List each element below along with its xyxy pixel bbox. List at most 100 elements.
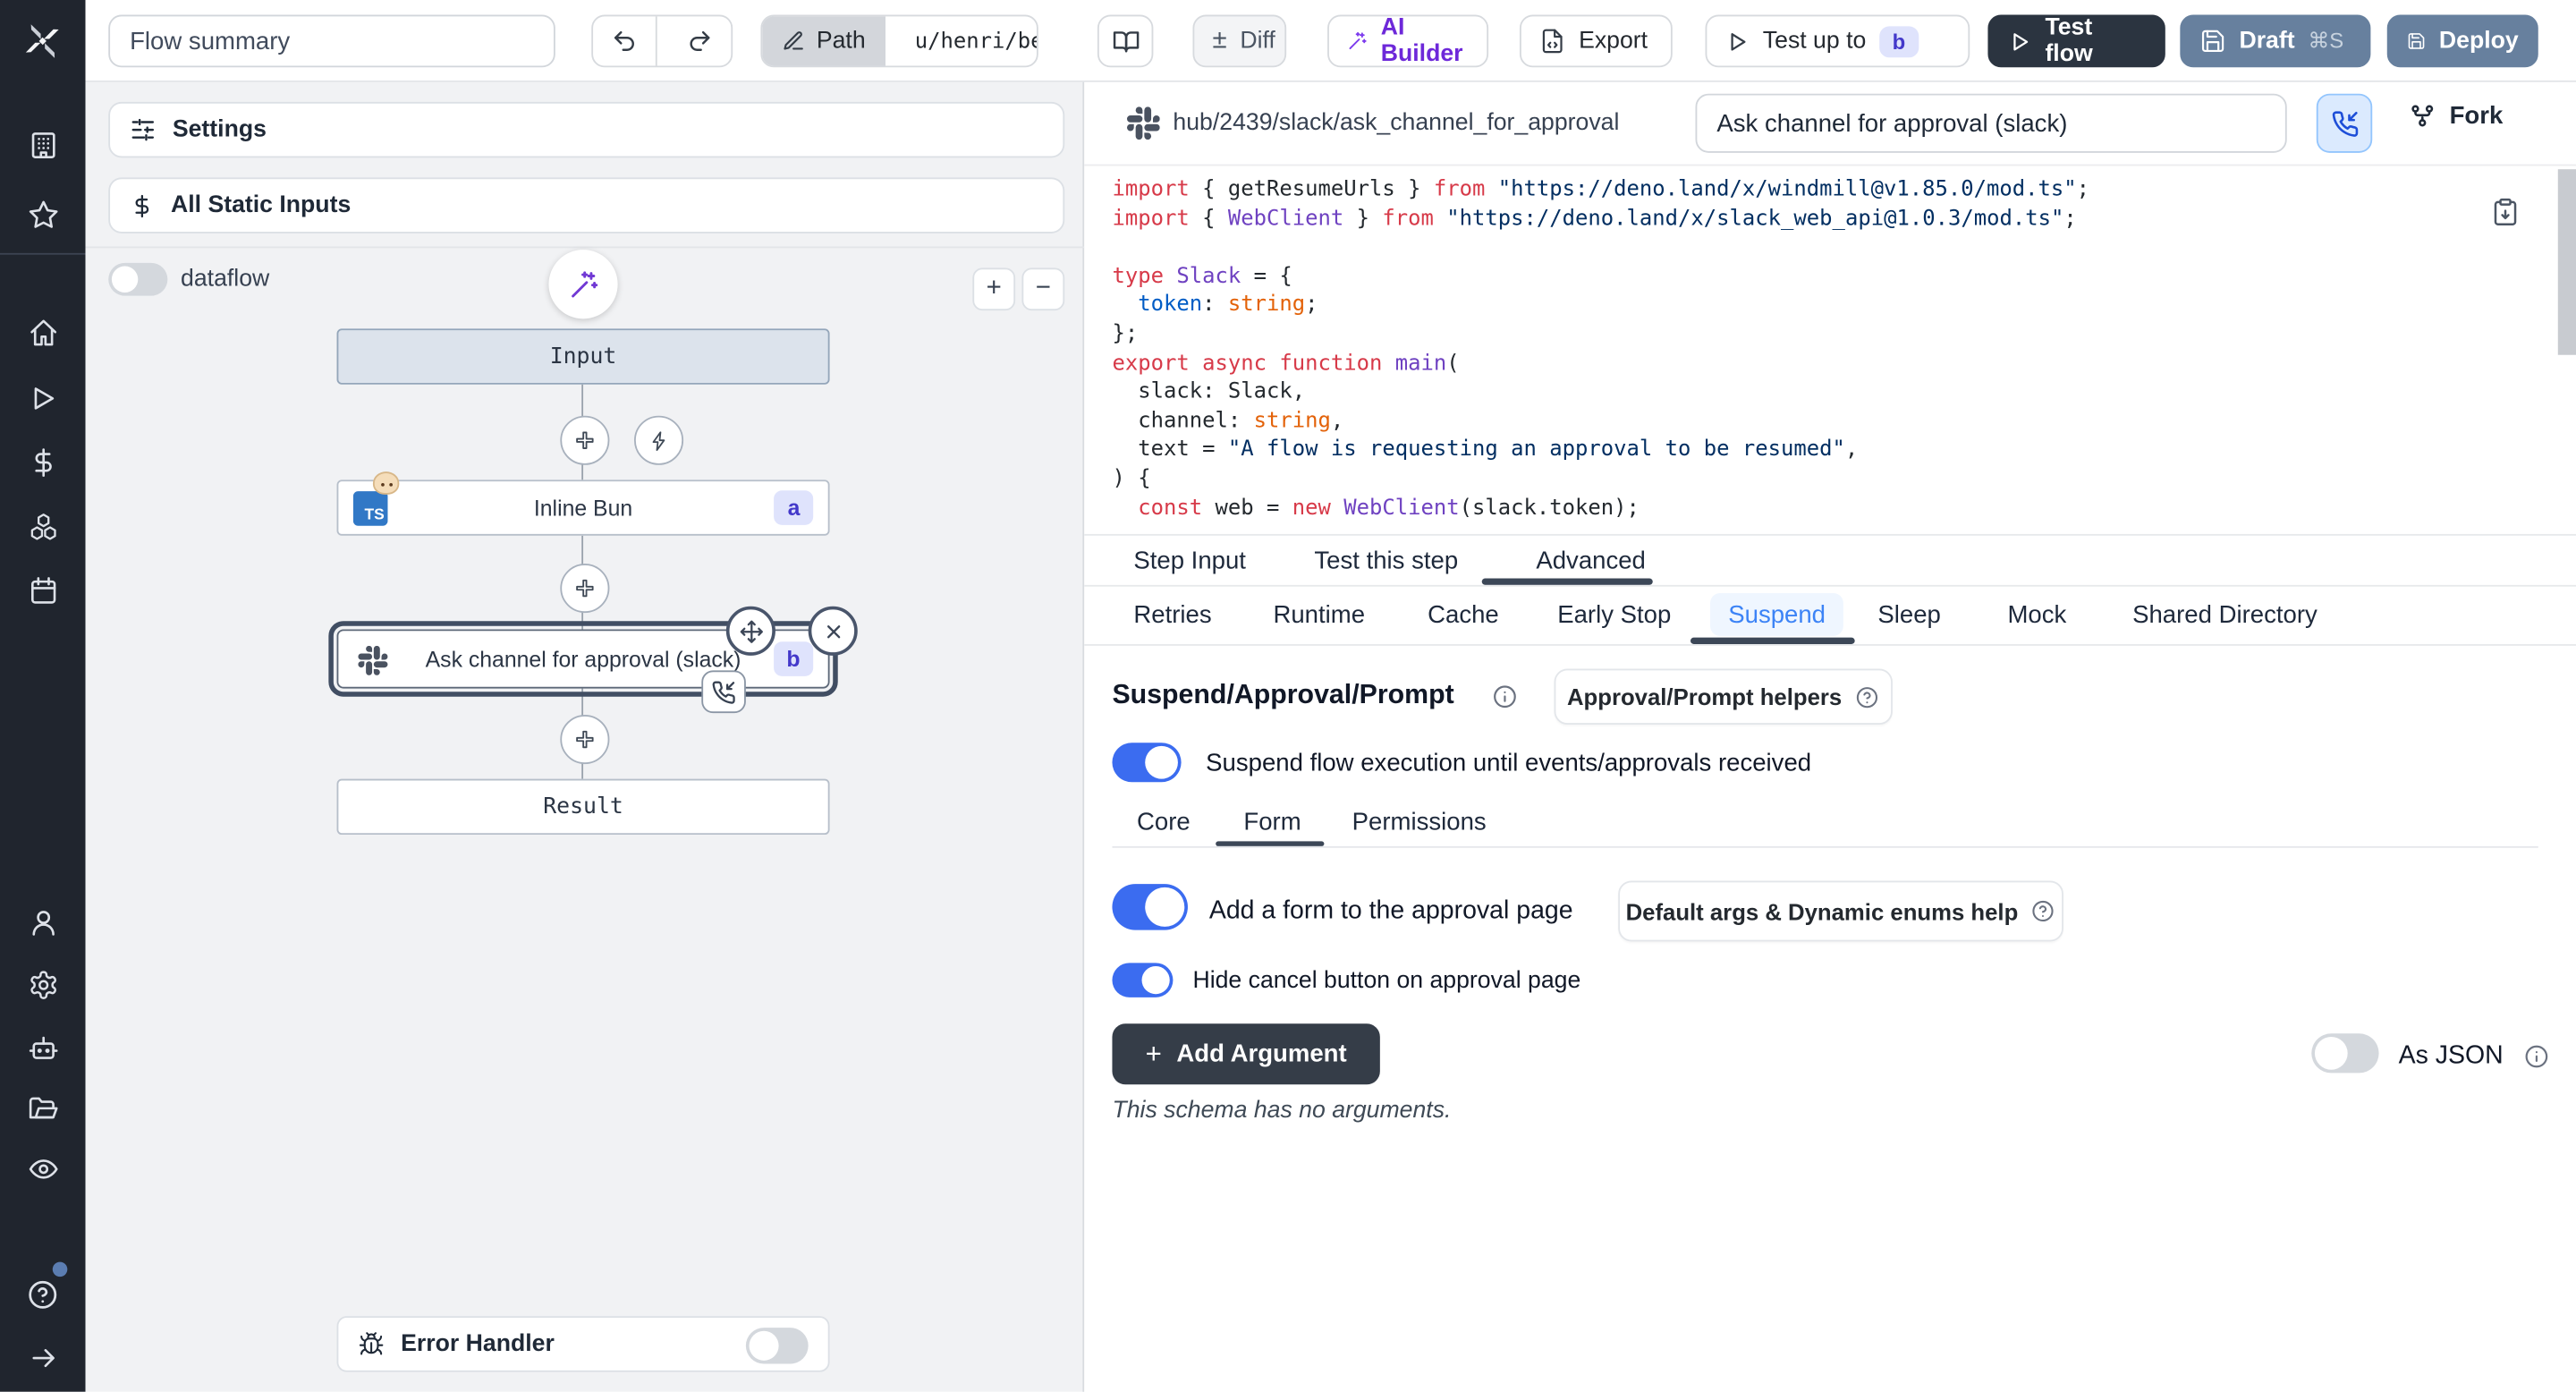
subtab-retries[interactable]: Retries (1133, 601, 1211, 629)
zoom-in-button[interactable]: + (972, 267, 1015, 310)
expand-sidebar-icon[interactable] (0, 1328, 86, 1387)
ai-builder-button[interactable]: AI Builder (1327, 15, 1488, 68)
flow-panel: Settings All Static Inputs dataflow + − … (86, 82, 1085, 1392)
copy-code-button[interactable] (2490, 197, 2520, 226)
tab-step-input[interactable]: Step Input (1133, 547, 1246, 575)
error-handler-label: Error Handler (401, 1331, 555, 1357)
plus-icon: + (1146, 1038, 1162, 1071)
dataflow-label: dataflow (181, 267, 269, 293)
audit-eye-icon[interactable] (0, 1139, 86, 1198)
info-icon (1492, 683, 1518, 709)
add-argument-button[interactable]: + Add Argument (1112, 1023, 1379, 1084)
diff-button[interactable]: ± Diff (1192, 15, 1286, 68)
variables-icon[interactable] (0, 432, 86, 491)
all-static-inputs-button[interactable]: All Static Inputs (108, 177, 1064, 233)
code-editor[interactable]: import { getResumeUrls } from "https://d… (1112, 176, 2525, 523)
suspend-toggle[interactable] (1112, 743, 1181, 782)
error-handler-row[interactable]: Error Handler (337, 1316, 830, 1371)
schedules-icon[interactable] (0, 560, 86, 619)
phone-incoming-icon (711, 679, 736, 704)
fork-label: Fork (2450, 102, 2504, 130)
flow-node-input[interactable]: Input (337, 328, 830, 384)
settings-gear-icon[interactable] (0, 955, 86, 1014)
undo-button[interactable] (593, 16, 657, 65)
test-flow-button[interactable]: Test flow (1987, 15, 2165, 68)
add-form-toggle[interactable] (1112, 884, 1187, 929)
dataflow-toggle[interactable] (108, 263, 167, 296)
step-id-badge-a: a (775, 490, 813, 525)
default-args-help-button[interactable]: Default args & Dynamic enums help (1618, 880, 2063, 941)
subtab-runtime[interactable]: Runtime (1273, 601, 1365, 629)
flow-node-result[interactable]: Result (337, 779, 830, 835)
error-handler-toggle[interactable] (746, 1328, 809, 1363)
folders-icon[interactable] (0, 1078, 86, 1137)
undo-redo-group (591, 15, 733, 68)
plus-icon (577, 732, 593, 748)
add-step-button[interactable] (560, 564, 609, 613)
subtab-early-stop[interactable]: Early Stop (1557, 601, 1671, 629)
draft-button[interactable]: Draft ⌘S (2180, 15, 2370, 68)
settings-label: Settings (173, 116, 267, 142)
runs-icon[interactable] (0, 368, 86, 427)
flow-summary-input[interactable]: Flow summary (108, 15, 555, 68)
code-scrollbar-thumb[interactable] (2558, 169, 2576, 355)
approval-prompt-helpers-button[interactable]: Approval/Prompt helpers (1555, 669, 1893, 725)
home-icon[interactable] (0, 302, 86, 361)
subtab-sleep[interactable]: Sleep (1877, 601, 1940, 629)
step-title-input[interactable]: Ask channel for approval (slack) (1696, 94, 2287, 153)
approval-node-label: Ask channel for approval (slack) (426, 647, 741, 672)
flow-node-inline-bun[interactable]: TS Inline Bun a (337, 480, 830, 535)
workspace-icon[interactable] (0, 115, 86, 174)
path-selector[interactable]: Path u/henri/ben (760, 15, 1038, 68)
users-icon[interactable] (0, 892, 86, 951)
ai-flow-builder-button[interactable] (548, 250, 617, 318)
export-button[interactable]: Export (1520, 15, 1673, 68)
delete-node-button[interactable] (809, 607, 858, 656)
test-up-to-label: Test up to (1763, 28, 1866, 54)
add-step-button[interactable] (560, 416, 609, 465)
subtab-mock[interactable]: Mock (2007, 601, 2066, 629)
no-arguments-text: This schema has no arguments. (1112, 1098, 1451, 1124)
help-icon[interactable] (0, 1265, 86, 1324)
hide-cancel-toggle[interactable] (1112, 963, 1173, 997)
zoom-out-button[interactable]: − (1021, 267, 1064, 310)
as-json-toggle[interactable] (2311, 1033, 2378, 1073)
magic-wand-icon (568, 268, 599, 300)
subtab-suspend-active[interactable]: Suspend (1710, 593, 1843, 636)
flow-settings-button[interactable]: Settings (108, 102, 1064, 157)
tab-advanced[interactable]: Advanced (1536, 547, 1646, 575)
path-edit-segment[interactable]: Path (762, 16, 885, 65)
static-inputs-label: All Static Inputs (171, 192, 351, 218)
windmill-logo[interactable] (0, 13, 86, 69)
test-up-to-button[interactable]: Test up to b (1706, 15, 1970, 68)
deploy-button[interactable]: Deploy (2387, 15, 2538, 68)
innertab-permissions[interactable]: Permissions (1352, 809, 1487, 836)
redo-icon (688, 28, 714, 54)
suspend-indicator-button[interactable] (2317, 94, 2372, 153)
add-step-button[interactable] (560, 715, 609, 764)
subtab-cache[interactable]: Cache (1428, 601, 1499, 629)
resources-icon[interactable] (0, 497, 86, 556)
add-trigger-button[interactable] (634, 416, 683, 465)
suspend-toggle-label: Suspend flow execution until events/appr… (1206, 750, 1811, 777)
workers-bot-icon[interactable] (0, 1017, 86, 1076)
innertab-core[interactable]: Core (1137, 809, 1191, 836)
bug-icon (358, 1331, 384, 1357)
subtab-shared-directory[interactable]: Shared Directory (2132, 601, 2318, 629)
add-form-label: Add a form to the approval page (1209, 897, 1573, 927)
tabs-divider (1084, 585, 2576, 587)
innertab-form[interactable]: Form (1243, 809, 1301, 836)
add-argument-label: Add Argument (1176, 1040, 1346, 1068)
tab-test-this-step[interactable]: Test this step (1314, 547, 1458, 575)
redo-button[interactable] (670, 16, 731, 65)
input-node-label: Input (550, 344, 617, 369)
favorites-star-icon[interactable] (0, 184, 86, 243)
suspend-step-badge (701, 670, 746, 713)
fork-button[interactable]: Fork (2409, 102, 2504, 130)
help-notification-dot (53, 1262, 68, 1277)
hide-cancel-label: Hide cancel button on approval page (1192, 968, 1580, 994)
play-icon (2007, 29, 2031, 54)
suspend-heading: Suspend/Approval/Prompt (1112, 680, 1453, 711)
docs-button[interactable] (1097, 15, 1153, 68)
move-node-button[interactable] (726, 607, 775, 656)
